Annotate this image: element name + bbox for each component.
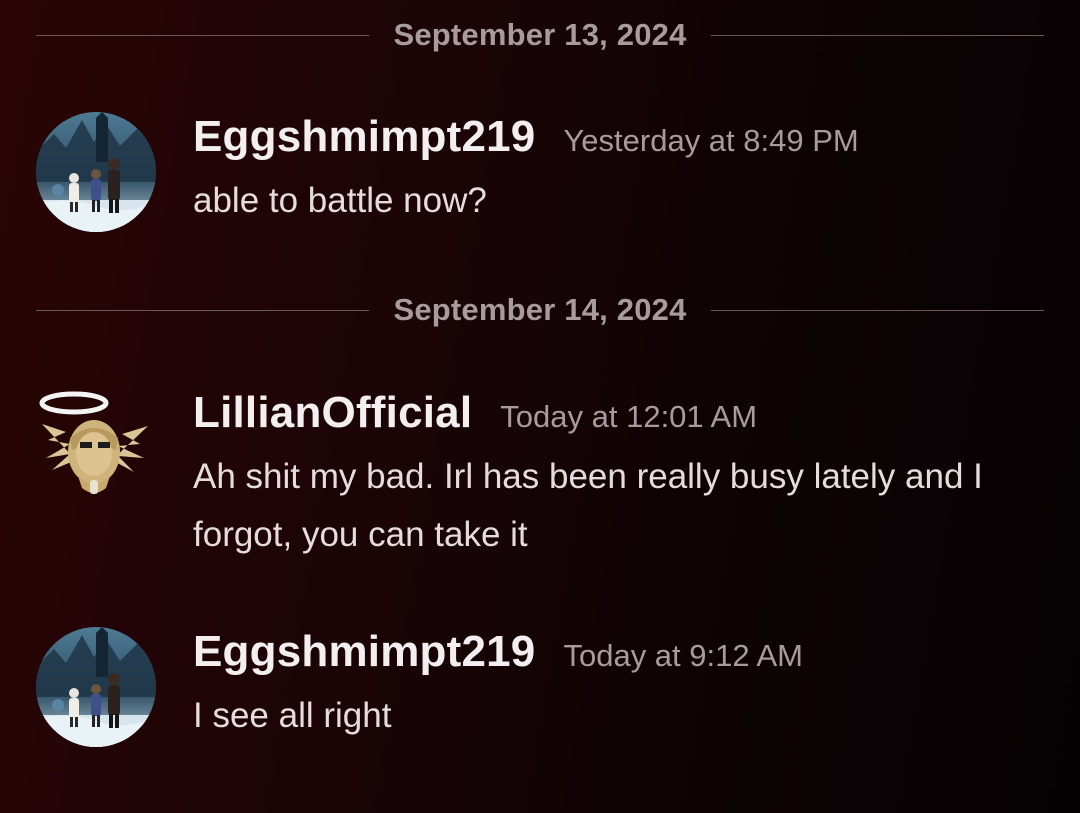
trainer-group-avatar-icon <box>36 112 156 232</box>
username[interactable]: LillianOfficial <box>193 388 472 438</box>
message-header: Eggshmimpt219 Today at 9:12 AM <box>193 627 1043 687</box>
divider-date: September 13, 2024 <box>393 17 687 52</box>
message-content: LillianOfficial Today at 12:01 AM Ah shi… <box>193 388 1043 564</box>
message-item[interactable]: Eggshmimpt219 Today at 9:12 AM I see all… <box>36 627 1046 757</box>
message-item[interactable]: Eggshmimpt219 Yesterday at 8:49 PM able … <box>36 112 1046 242</box>
divider-line <box>36 309 370 311</box>
message-header: LillianOfficial Today at 12:01 AM <box>193 388 1043 448</box>
avatar[interactable] <box>36 112 156 232</box>
divider-line <box>710 309 1045 311</box>
message-content: Eggshmimpt219 Yesterday at 8:49 PM able … <box>193 112 1043 230</box>
date-divider: September 13, 2024 <box>36 15 1045 55</box>
timestamp[interactable]: Today at 9:12 AM <box>563 638 803 674</box>
divider-date: September 14, 2024 <box>393 292 687 327</box>
message-header: Eggshmimpt219 Yesterday at 8:49 PM <box>193 112 1043 172</box>
shedinja-avatar-icon <box>39 391 148 494</box>
avatar[interactable] <box>36 627 156 747</box>
message-item[interactable]: LillianOfficial Today at 12:01 AM Ah shi… <box>36 388 1046 568</box>
message-text: I see all right <box>193 696 392 735</box>
avatar[interactable] <box>36 388 156 508</box>
timestamp[interactable]: Today at 12:01 AM <box>500 399 757 435</box>
date-divider: September 14, 2024 <box>36 290 1045 330</box>
divider-line <box>710 34 1045 36</box>
message-content: Eggshmimpt219 Today at 9:12 AM I see all… <box>193 627 1043 745</box>
timestamp[interactable]: Yesterday at 8:49 PM <box>563 123 858 159</box>
message-text: Ah shit my bad. Irl has been really busy… <box>193 457 983 554</box>
message-text: able to battle now? <box>193 181 487 220</box>
chat-message-list[interactable]: September 13, 2024 Eggshmimpt219 Yesterd… <box>0 0 1080 813</box>
trainer-group-avatar-icon <box>36 627 156 747</box>
divider-line <box>36 34 370 36</box>
username[interactable]: Eggshmimpt219 <box>193 112 535 162</box>
username[interactable]: Eggshmimpt219 <box>193 627 535 677</box>
